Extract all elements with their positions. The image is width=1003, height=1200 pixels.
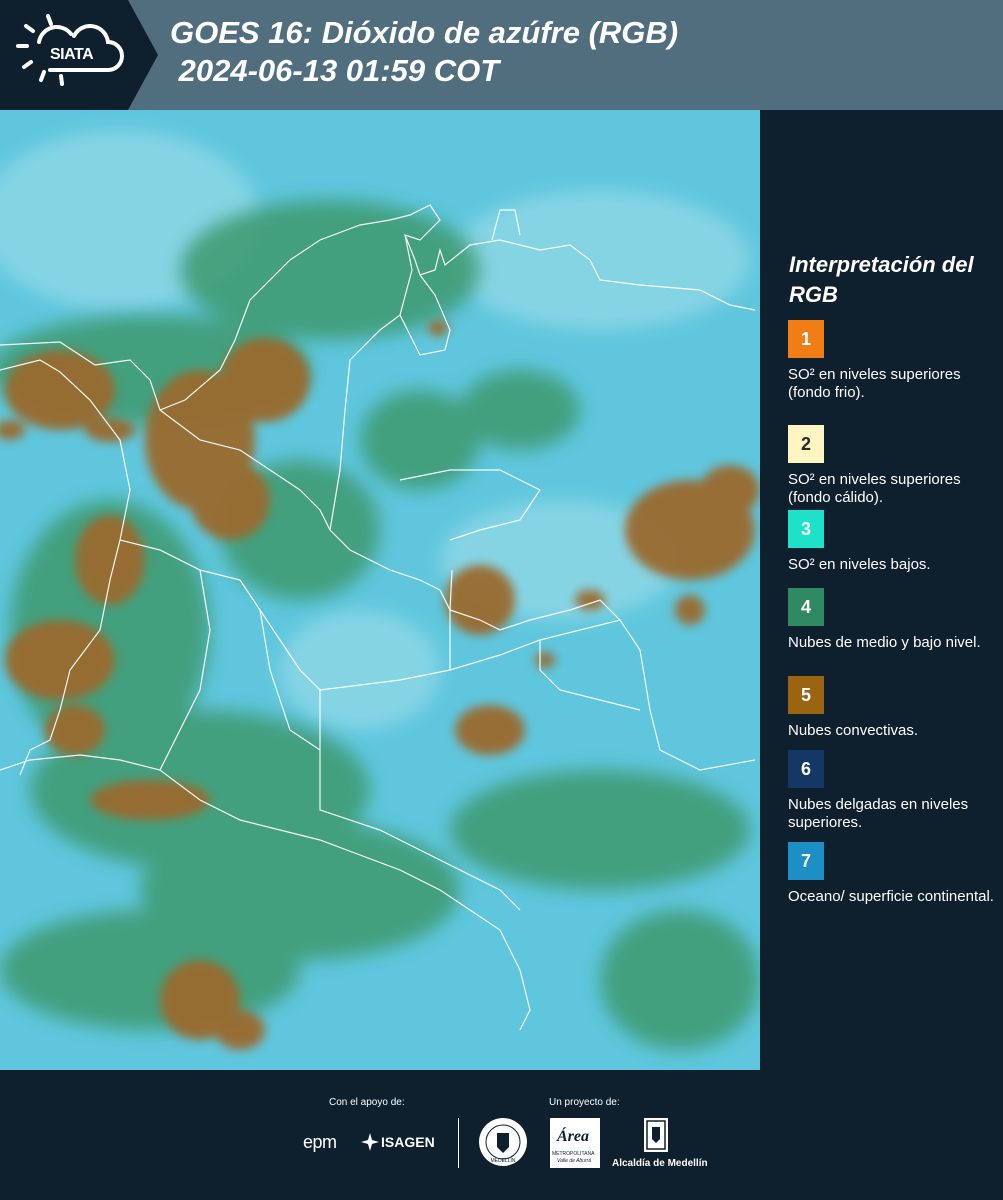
satellite-image	[0, 110, 760, 1070]
legend-item: 7 Oceano/ superficie continental.	[788, 842, 998, 906]
legend-swatch: 5	[788, 676, 824, 714]
alcaldia-logo-text: Alcaldía de Medellín	[612, 1158, 708, 1169]
legend-item: 1 SO² en niveles superiores (fondo frio).	[788, 320, 998, 402]
legend-label: Oceano/ superficie continental.	[788, 888, 994, 905]
legend-item: 3 SO² en niveles bajos.	[788, 510, 998, 574]
legend-swatch: 2	[788, 425, 824, 463]
project-label: Un proyecto de:	[549, 1097, 620, 1108]
legend-label: Nubes de medio y bajo nivel.	[788, 634, 981, 651]
legend-item: 2 SO² en niveles superiores (fondo cálido…	[788, 425, 998, 507]
legend-label: SO² en niveles superiores (fondo frio).	[788, 366, 961, 401]
title-line-2: 2024-06-13 01:59 COT	[170, 53, 500, 88]
footer: Con el apoyo de: Un proyecto de: epm ISA…	[0, 1070, 1003, 1200]
legend-swatch: 7	[788, 842, 824, 880]
legend-swatch: 3	[788, 510, 824, 548]
title-line-1: GOES 16: Dióxido de azúfre (RGB)	[170, 15, 679, 50]
legend-swatch: 1	[788, 320, 824, 358]
legend-item: 4 Nubes de medio y bajo nivel.	[788, 588, 998, 652]
area-logo-subtext: METROPOLITANA	[552, 1151, 595, 1157]
seal-text: MEDELLÍN	[490, 1157, 515, 1164]
medellin-seal-icon: MEDELLÍN	[479, 1118, 527, 1166]
area-logo-subtext-2: Valle de Aburrá	[557, 1158, 592, 1164]
legend-panel: Interpretación del RGB 1 SO² en niveles s…	[760, 110, 1003, 1070]
legend-label: Nubes delgadas en niveles superiores.	[788, 796, 969, 831]
isagen-logo-text: ISAGEN	[381, 1134, 435, 1150]
epm-logo-text: epm	[303, 1132, 337, 1152]
legend-label: SO² en niveles bajos.	[788, 556, 931, 573]
alcaldia-shield-icon	[644, 1118, 668, 1152]
support-label: Con el apoyo de:	[329, 1097, 405, 1108]
legend-label: SO² en niveles superiores (fondo cálido)…	[788, 471, 961, 506]
legend-label: Nubes convectivas.	[788, 722, 919, 739]
legend-swatch: 4	[788, 588, 824, 626]
siata-logo: SIATA	[0, 0, 158, 110]
satellite-map	[0, 110, 760, 1070]
legend-title: Interpretación del RGB	[789, 252, 974, 307]
logo-text: SIATA	[50, 46, 94, 63]
legend-swatch: 6	[788, 750, 824, 788]
legend-item: 5 Nubes convectivas.	[788, 676, 998, 740]
page-title: GOES 16: Dióxido de azúfre (RGB) 2024-06…	[170, 14, 678, 90]
legend-item: 6 Nubes delgadas en niveles superiores.	[788, 750, 998, 832]
area-logo-text: Área	[557, 1128, 589, 1145]
isagen-star-icon	[361, 1133, 379, 1151]
footer-divider	[458, 1118, 459, 1168]
header-bar: SIATA GOES 16: Dióxido de azúfre (RGB) 2…	[0, 0, 1003, 110]
